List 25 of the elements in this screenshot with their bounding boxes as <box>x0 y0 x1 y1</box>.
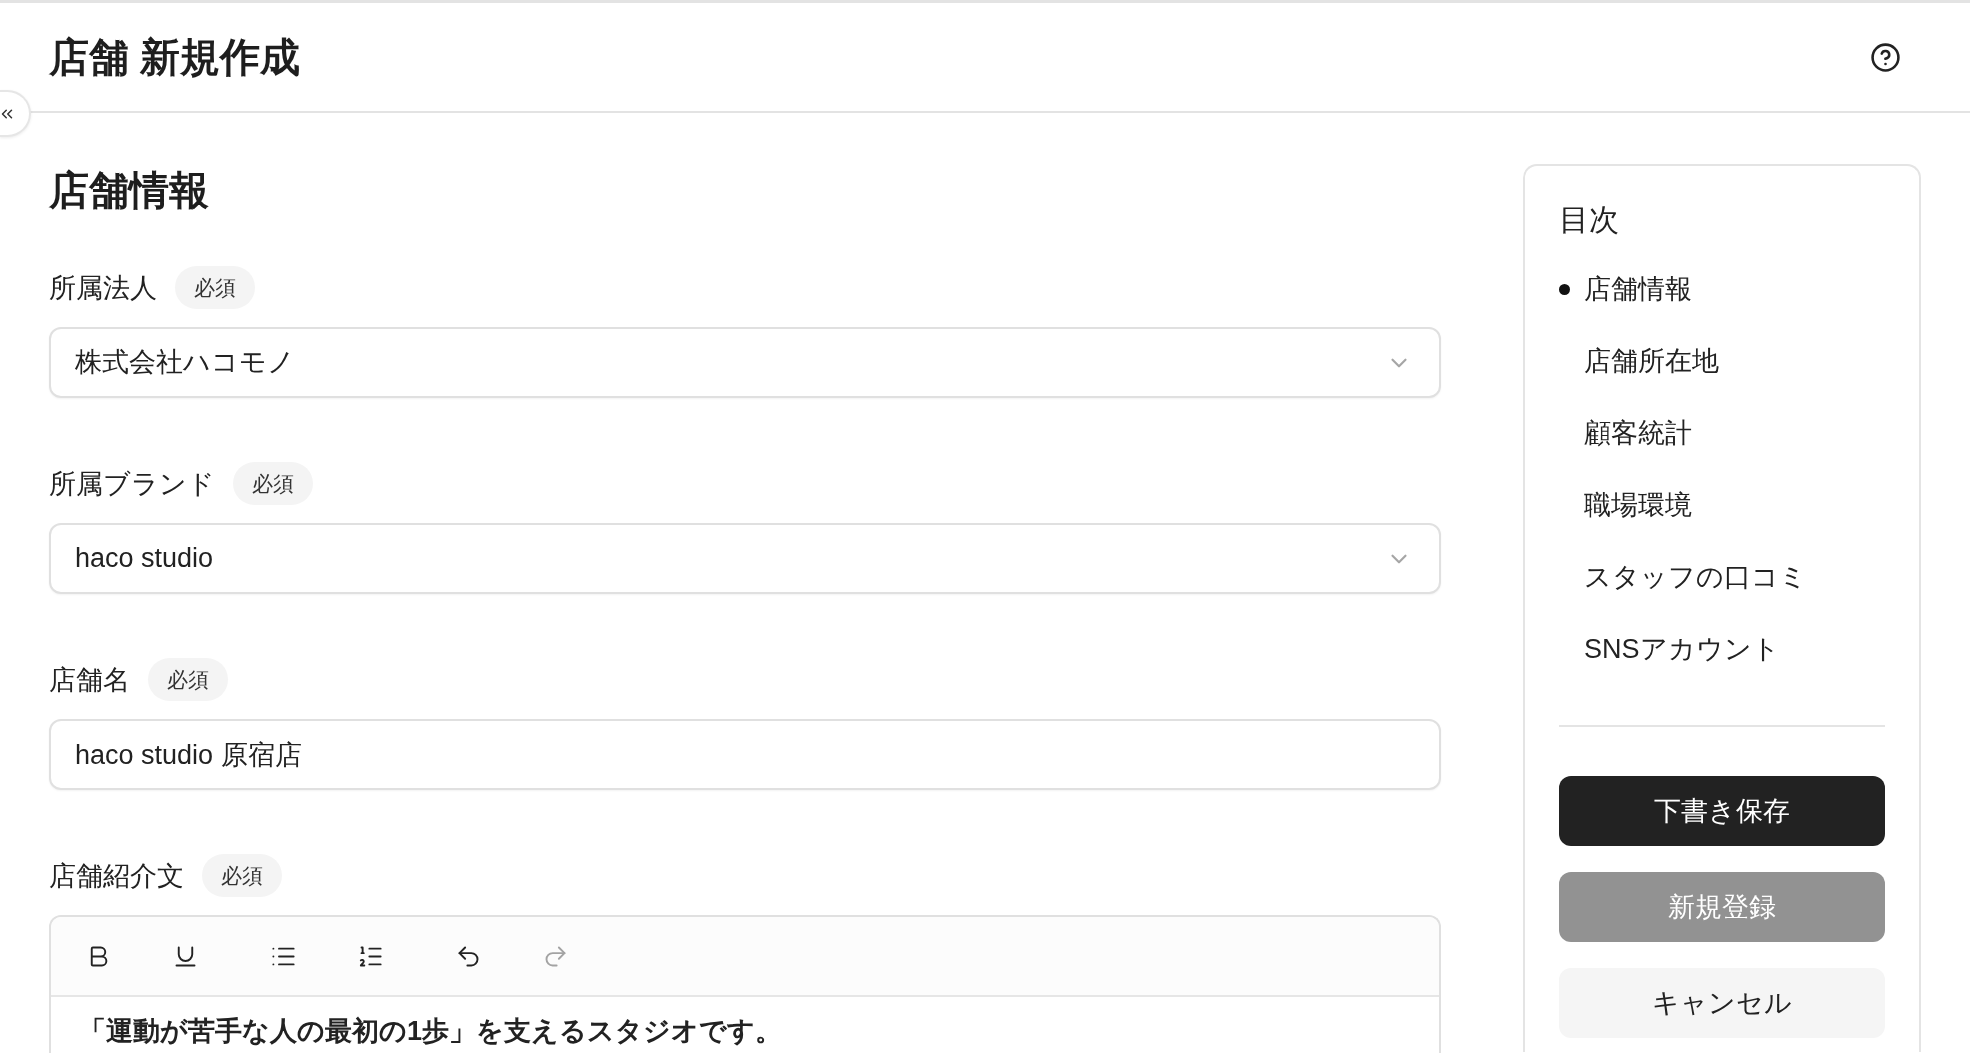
select-field[interactable]: haco studio <box>49 523 1441 594</box>
field-label: 店舗名 <box>49 663 130 697</box>
collapse-sidebar-button[interactable] <box>0 90 31 137</box>
text-editor-field[interactable]: 「運動が苦手な人の最初の1歩」を支えるスタジオです。 <box>51 997 1439 1053</box>
field-label: 所属ブランド <box>49 467 215 501</box>
toc-link[interactable]: 店舗情報 <box>1584 271 1692 307</box>
toc-title: 目次 <box>1559 202 1619 238</box>
section-heading: 店舗情報 <box>49 167 209 214</box>
required-tag: 必須 <box>202 854 282 897</box>
page-title: 店舗 新規作成 <box>49 34 301 81</box>
field-label: 店舗紹介文 <box>49 859 184 893</box>
select-field[interactable]: 株式会社ハコモノ <box>49 327 1441 398</box>
action-button[interactable]: キャンセル <box>1559 968 1885 1038</box>
help-icon[interactable] <box>1870 41 1901 73</box>
toc-link[interactable]: 店舗所在地 <box>1584 343 1719 379</box>
field-label: 所属法人 <box>49 271 157 305</box>
toc-link[interactable]: スタッフの口コミ <box>1584 559 1807 595</box>
toc-link[interactable]: 顧客統計 <box>1584 415 1692 451</box>
input-field[interactable]: haco studio 原宿店 <box>49 719 1441 790</box>
toc-link[interactable]: 職場環境 <box>1584 487 1692 523</box>
action-button[interactable]: 下書き保存 <box>1559 776 1885 846</box>
required-tag: 必須 <box>233 462 313 505</box>
required-tag: 必須 <box>148 658 228 701</box>
required-tag: 必須 <box>175 266 255 309</box>
toc-link[interactable]: SNSアカウント <box>1584 631 1780 667</box>
